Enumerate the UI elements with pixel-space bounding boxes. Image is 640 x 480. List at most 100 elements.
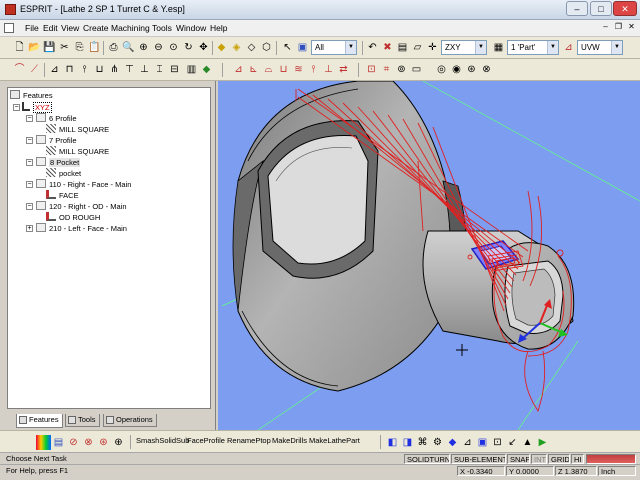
tree-root[interactable]: Features bbox=[10, 90, 53, 101]
fixture-icon[interactable]: ⊿ bbox=[460, 435, 475, 450]
smash-solid-sub-button[interactable]: SmashSolidSub bbox=[136, 436, 189, 445]
turning-tool-icon[interactable]: ⊿ bbox=[47, 62, 62, 77]
workplane-icon[interactable]: ▱ bbox=[410, 40, 425, 55]
tree-expander[interactable]: − bbox=[26, 203, 33, 210]
post-processor-icon[interactable]: ⚙ bbox=[430, 435, 445, 450]
tab-features[interactable]: Features bbox=[16, 414, 63, 428]
turn-rough-icon[interactable]: ⊾ bbox=[246, 62, 261, 77]
wireframe-icon[interactable]: ◇ bbox=[244, 40, 259, 55]
groove-tool-icon[interactable]: ⊔ bbox=[92, 62, 107, 77]
layer-icon[interactable]: ▤ bbox=[395, 40, 410, 55]
tree-feature[interactable]: 7 Profile bbox=[36, 135, 77, 146]
sketch-tool-icon[interactable]: ⊘ bbox=[66, 435, 81, 450]
minimize-button[interactable]: – bbox=[566, 1, 588, 16]
simulation-icon[interactable]: ◧ bbox=[385, 435, 400, 450]
menu-file[interactable]: File bbox=[25, 23, 39, 33]
tab-operations[interactable]: Operations bbox=[103, 414, 157, 427]
mill-pocket-icon[interactable]: ⊡ bbox=[364, 62, 379, 77]
rotate-view-icon[interactable]: ↻ bbox=[181, 40, 196, 55]
verify-icon[interactable]: ◨ bbox=[400, 435, 415, 450]
sub-elements-mode[interactable]: SUB-ELEMENTS bbox=[451, 454, 506, 464]
new-file-icon[interactable]: 🗋 bbox=[12, 40, 27, 55]
mill-face-icon[interactable]: ▭ bbox=[409, 62, 424, 77]
tree-feature[interactable]: 210 - Left - Face - Main bbox=[36, 223, 127, 234]
offset-tool-icon[interactable]: ⊛ bbox=[96, 435, 111, 450]
line-icon[interactable]: ⟋ bbox=[27, 62, 42, 77]
mill-contour-icon[interactable]: ⌗ bbox=[379, 62, 394, 77]
open-folder-icon[interactable]: 📂 bbox=[27, 40, 42, 55]
maximize-button[interactable]: □ bbox=[590, 1, 612, 16]
part-dropdown[interactable]: 1 'Part' ▼ bbox=[507, 40, 559, 55]
turn-cutoff-icon[interactable]: ⊥ bbox=[321, 62, 336, 77]
hi-mode[interactable]: HI bbox=[571, 454, 584, 464]
copy-icon[interactable]: ⎘ bbox=[72, 40, 87, 55]
isometric-icon[interactable]: ⬡ bbox=[259, 40, 274, 55]
menu-create[interactable]: Create bbox=[83, 23, 109, 33]
endmill-icon[interactable]: ⌶ bbox=[152, 62, 167, 77]
axis-icon[interactable]: ✛ bbox=[425, 40, 440, 55]
tab-tools[interactable]: Tools bbox=[65, 414, 100, 427]
make-drills-button[interactable]: MakeDrills bbox=[272, 436, 307, 445]
menu-machining[interactable]: Machining bbox=[111, 23, 150, 33]
select-filter-icon[interactable]: ▣ bbox=[295, 40, 310, 55]
rename-ptop-button[interactable]: RenamePtop bbox=[227, 436, 271, 445]
menu-help[interactable]: Help bbox=[210, 23, 227, 33]
workplane-dropdown[interactable]: ZXY ▼ bbox=[441, 40, 487, 55]
menu-view[interactable]: View bbox=[61, 23, 79, 33]
grid-mode[interactable]: GRID bbox=[548, 454, 570, 464]
layers-icon[interactable]: ▤ bbox=[51, 435, 66, 450]
tree-feature[interactable]: 6 Profile bbox=[36, 113, 77, 124]
tree-expander[interactable]: − bbox=[26, 159, 33, 166]
run-simulation-icon[interactable]: ◆ bbox=[199, 62, 214, 77]
tree-expander[interactable]: − bbox=[13, 104, 20, 111]
rotary-icon[interactable]: ◉ bbox=[449, 62, 464, 77]
menu-edit[interactable]: Edit bbox=[43, 23, 58, 33]
graphics-viewport[interactable] bbox=[218, 81, 640, 430]
select-arrow-icon[interactable]: ↖ bbox=[280, 40, 295, 55]
turn-face-icon[interactable]: ⊿ bbox=[231, 62, 246, 77]
coordinate-system-icon[interactable]: ⊿ bbox=[561, 40, 576, 55]
snap-mode[interactable]: SNAP bbox=[507, 454, 530, 464]
stock-icon[interactable]: ◆ bbox=[445, 435, 460, 450]
tree-expander[interactable]: − bbox=[26, 181, 33, 188]
view-orient-icon[interactable]: ↙ bbox=[505, 435, 520, 450]
facemill-icon[interactable]: ⊟ bbox=[167, 62, 182, 77]
part-icon[interactable]: ▦ bbox=[491, 40, 506, 55]
tree-operation[interactable]: pocket bbox=[46, 168, 81, 179]
turn-groove-icon[interactable]: ⊔ bbox=[276, 62, 291, 77]
mdi-restore-button[interactable]: ❐ bbox=[613, 22, 624, 33]
int-mode[interactable]: INT bbox=[531, 454, 547, 464]
tree-operation[interactable]: FACE bbox=[46, 190, 79, 201]
measure-icon[interactable]: ⊡ bbox=[490, 435, 505, 450]
lathe-icon[interactable]: ▲ bbox=[520, 435, 535, 450]
zoom-in-icon[interactable]: ⊕ bbox=[136, 40, 151, 55]
play-icon[interactable]: ▶ bbox=[535, 435, 550, 450]
tree-expander[interactable]: − bbox=[26, 137, 33, 144]
turn-contour-icon[interactable]: ⌓ bbox=[261, 62, 276, 77]
selection-filter-dropdown[interactable]: All ▼ bbox=[311, 40, 357, 55]
hidden-line-icon[interactable]: ◈ bbox=[229, 40, 244, 55]
helix-icon[interactable]: ⊛ bbox=[464, 62, 479, 77]
mdi-minimize-button[interactable]: – bbox=[600, 22, 611, 33]
sketch-icon[interactable]: ⌒ bbox=[12, 62, 27, 77]
cutoff-tool-icon[interactable]: ⊥ bbox=[137, 62, 152, 77]
composite-icon[interactable]: ⊗ bbox=[479, 62, 494, 77]
save-icon[interactable]: 💾 bbox=[42, 40, 57, 55]
swarf-icon[interactable]: ◎ bbox=[434, 62, 449, 77]
make-lathe-part-button[interactable]: MakeLathePart bbox=[309, 436, 360, 445]
turn-thread-icon[interactable]: ≋ bbox=[291, 62, 306, 77]
tree-operation[interactable]: OD ROUGH bbox=[46, 212, 100, 223]
zoom-fit-icon[interactable]: ⊙ bbox=[166, 40, 181, 55]
shaded-view-icon[interactable]: ◆ bbox=[214, 40, 229, 55]
drill-tool-icon[interactable]: ⫯ bbox=[77, 62, 92, 77]
paste-icon[interactable]: 📋 bbox=[87, 40, 102, 55]
tree-operation[interactable]: MILL SQUARE bbox=[46, 146, 109, 157]
tool-library-icon[interactable]: ▥ bbox=[184, 62, 199, 77]
print-icon[interactable]: ⎙ bbox=[106, 40, 121, 55]
mill-tool-icon[interactable]: ⊓ bbox=[62, 62, 77, 77]
trim-tool-icon[interactable]: ⊗ bbox=[81, 435, 96, 450]
delete-icon[interactable]: ✖ bbox=[380, 40, 395, 55]
menu-window[interactable]: Window bbox=[176, 23, 206, 33]
zoom-window-icon[interactable]: 🔍 bbox=[121, 40, 136, 55]
cut-icon[interactable]: ✂ bbox=[57, 40, 72, 55]
